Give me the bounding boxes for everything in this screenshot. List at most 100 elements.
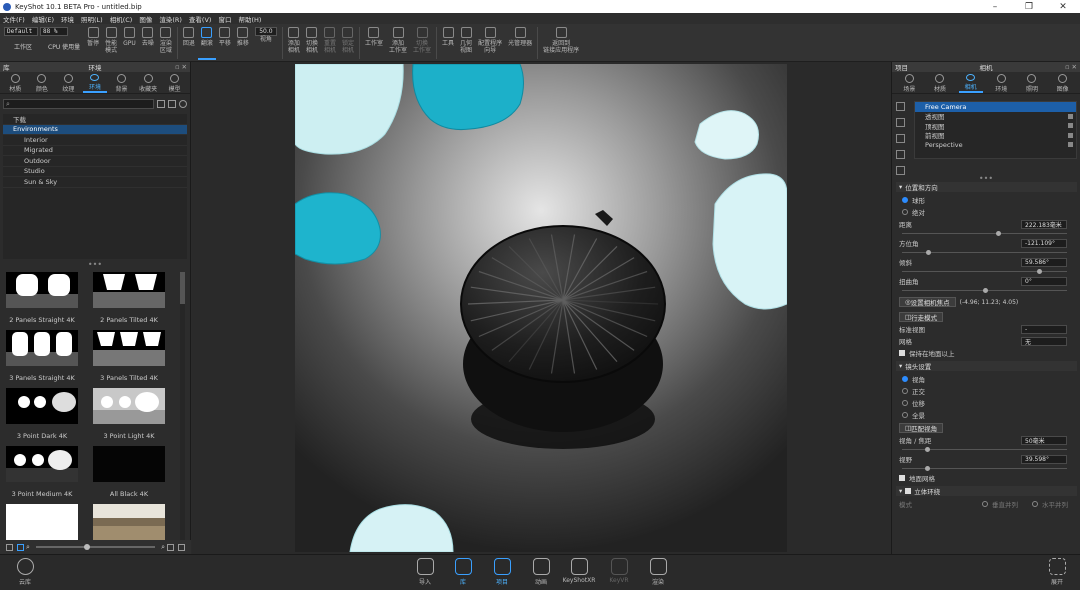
- refresh-icon[interactable]: [179, 100, 187, 108]
- lens-section[interactable]: ▾ 镜头设置: [896, 361, 1077, 371]
- cloud-library-button[interactable]: 云库: [10, 558, 40, 586]
- camera-delete-icon[interactable]: [896, 134, 905, 143]
- bottom-button-4[interactable]: KeyShotXR: [563, 558, 595, 584]
- environment-preview-image[interactable]: [93, 272, 165, 308]
- workspace-select[interactable]: Default: [4, 27, 38, 36]
- menu-item-5[interactable]: 图像: [139, 14, 152, 24]
- menu-item-9[interactable]: 帮助(H): [238, 14, 261, 24]
- stereo-vertical-radio[interactable]: [982, 501, 988, 507]
- lock-icon[interactable]: [1068, 123, 1073, 129]
- zoom-in-icon[interactable]: ⌕: [161, 543, 165, 552]
- ground-grid-checkbox[interactable]: [899, 475, 905, 481]
- stereo-checkbox[interactable]: [905, 488, 912, 494]
- bottom-button-1[interactable]: 库: [448, 558, 478, 586]
- camera-list-item[interactable]: 前视图: [915, 131, 1076, 140]
- tree-item[interactable]: 下载: [3, 114, 187, 125]
- menu-item-8[interactable]: 窗口: [218, 14, 231, 24]
- close-button[interactable]: ✕: [1046, 2, 1080, 12]
- menu-item-3[interactable]: 照明(L): [81, 14, 103, 24]
- library-search-input[interactable]: ⌕: [3, 99, 154, 109]
- menu-item-6[interactable]: 渲染(R): [159, 14, 182, 24]
- cpu-usage-select[interactable]: 88 %: [40, 27, 68, 36]
- panel-float-icon[interactable]: ▫ ✕: [175, 63, 187, 71]
- toolbar-fov-button[interactable]: 50.0 视角: [252, 27, 280, 60]
- toolbar-tumble-button[interactable]: 翻滚: [197, 27, 216, 60]
- camera-lock-icon[interactable]: [896, 150, 905, 159]
- tab-library-0[interactable]: 材质: [3, 74, 27, 93]
- toolbar-switchcam-button[interactable]: 切换 相机: [303, 27, 321, 60]
- menu-item-0[interactable]: 文件(F): [3, 14, 25, 24]
- menu-item-2[interactable]: 环境: [61, 14, 74, 24]
- bottom-button-2[interactable]: 项目: [487, 558, 517, 586]
- toolbar-tools-button[interactable]: 工具: [439, 27, 457, 60]
- toolbar-lockcam-button[interactable]: 锁定 相机: [339, 27, 357, 60]
- focal-length-field[interactable]: 50毫米: [1021, 435, 1067, 445]
- list-view-icon[interactable]: [6, 543, 13, 551]
- toolbar-pause-button[interactable]: 暂停: [84, 27, 102, 60]
- toolbar-pan-button[interactable]: 平移: [216, 27, 234, 60]
- camera-list-item[interactable]: 透视图: [915, 112, 1076, 121]
- keep-above-ground-checkbox[interactable]: [899, 350, 905, 356]
- position-section[interactable]: ▾ 位置和方向: [896, 182, 1077, 192]
- match-perspective-button[interactable]: ◫ 匹配视角: [899, 423, 944, 433]
- bottom-button-5[interactable]: KeyVR: [604, 558, 634, 584]
- render-viewport[interactable]: [192, 62, 890, 554]
- tab-project-0[interactable]: 场景: [897, 74, 921, 93]
- menu-item-7[interactable]: 查看(V): [189, 14, 212, 24]
- environment-preview-image[interactable]: [93, 446, 165, 482]
- toolbar-back-button[interactable]: 回退: [180, 27, 198, 60]
- camera-duplicate-icon[interactable]: [896, 118, 905, 127]
- tab-project-5[interactable]: 图像: [1051, 74, 1075, 93]
- folder-open-icon[interactable]: [168, 100, 176, 108]
- toolbar-studio-button[interactable]: 工作室: [362, 27, 386, 60]
- tab-project-3[interactable]: 环境: [989, 74, 1013, 93]
- azimuth-field[interactable]: -121.109°: [1021, 238, 1067, 248]
- tree-item[interactable]: Migrated: [3, 146, 187, 156]
- toolbar-wizard-button[interactable]: 配置程序 向导: [475, 27, 505, 60]
- inclination-field[interactable]: 59.586°: [1021, 257, 1067, 267]
- tab-library-2[interactable]: 纹理: [56, 74, 80, 93]
- camera-list-item[interactable]: Free Camera: [915, 102, 1076, 112]
- folder-add-icon[interactable]: [157, 100, 165, 108]
- folder-export-icon[interactable]: [178, 543, 185, 551]
- fov-slider[interactable]: [902, 465, 1067, 471]
- toolbar-lightmgr-button[interactable]: 光管理器: [505, 27, 535, 60]
- lens-option-radio[interactable]: [902, 376, 908, 382]
- toolbar-perf-button[interactable]: 性能 模式: [102, 27, 120, 60]
- standard-view-select[interactable]: -: [1021, 324, 1067, 334]
- bottom-button-3[interactable]: 动画: [526, 558, 556, 586]
- environment-thumbnail[interactable]: 3 Point Medium 4K: [5, 446, 79, 498]
- environment-thumbnail[interactable]: 3 Point Dark 4K: [5, 388, 79, 440]
- environment-thumbnail[interactable]: All Black 4K: [92, 446, 166, 498]
- toolbar-denoise-button[interactable]: 去噪: [139, 27, 157, 60]
- lens-option-radio[interactable]: [902, 400, 908, 406]
- stereo-horizontal-radio[interactable]: [1032, 501, 1038, 507]
- toolbar-geoview-button[interactable]: 几何 视图: [457, 27, 475, 60]
- distance-slider[interactable]: [902, 230, 1067, 236]
- tree-item[interactable]: Environments: [3, 124, 187, 135]
- environment-thumbnail[interactable]: 3 Panels Tilted 4K: [92, 330, 166, 382]
- toolbar-resetcam-button[interactable]: 重置 相机: [321, 27, 339, 60]
- restore-button[interactable]: ❐: [1012, 2, 1046, 12]
- environment-preview-image[interactable]: [6, 330, 78, 366]
- environment-thumbnail[interactable]: 2 Panels Tilted 4K: [92, 272, 166, 324]
- lens-option-radio[interactable]: [902, 388, 908, 394]
- tab-library-1[interactable]: 颜色: [30, 74, 54, 93]
- toolbar-returnlink-button[interactable]: 返回到 链接应用程序: [540, 27, 582, 60]
- lock-icon[interactable]: [1068, 142, 1073, 148]
- orbit-radio[interactable]: [902, 197, 908, 203]
- camera-list-item[interactable]: 顶视图: [915, 121, 1076, 131]
- panel-float-icon-right[interactable]: ▫ ✕: [1065, 63, 1077, 71]
- tab-project-4[interactable]: 照明: [1020, 74, 1044, 93]
- environment-preview-image[interactable]: [6, 272, 78, 308]
- tab-project-1[interactable]: 材质: [928, 74, 952, 93]
- fov-field[interactable]: 39.598°: [1021, 454, 1067, 464]
- set-focus-button[interactable]: ◎ 设置相机焦点: [899, 297, 956, 307]
- tab-project-2[interactable]: 相机: [958, 74, 983, 93]
- tab-library-3[interactable]: 环境: [82, 74, 107, 93]
- splitter-grip[interactable]: •••: [0, 261, 190, 269]
- fov-value-field[interactable]: 50.0: [254, 27, 277, 36]
- tab-library-6[interactable]: 模型: [163, 74, 187, 93]
- environment-preview-image[interactable]: [6, 388, 78, 424]
- tree-item[interactable]: Sun & Sky: [3, 177, 187, 188]
